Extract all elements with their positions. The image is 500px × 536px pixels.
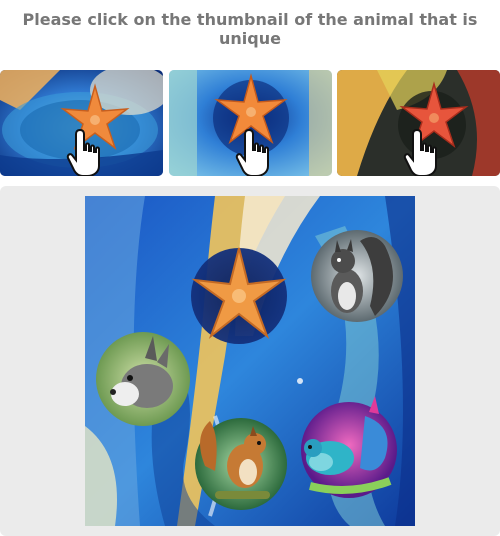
scene-starfish[interactable] [191,247,287,344]
thumbnail-starfish-1[interactable] [0,70,163,176]
thumbnail-starfish-3[interactable] [337,70,500,176]
scene-squirrel-3[interactable] [195,418,287,510]
challenge-image[interactable] [85,196,415,526]
captcha-prompt: Please click on the thumbnail of the ani… [22,10,478,48]
thumbnail-row [0,70,500,176]
scene-squirrel-2[interactable] [96,332,190,426]
scene-squirrel-1[interactable] [311,230,403,322]
thumbnail-starfish-2[interactable] [169,70,332,176]
challenge-stage [0,186,500,536]
